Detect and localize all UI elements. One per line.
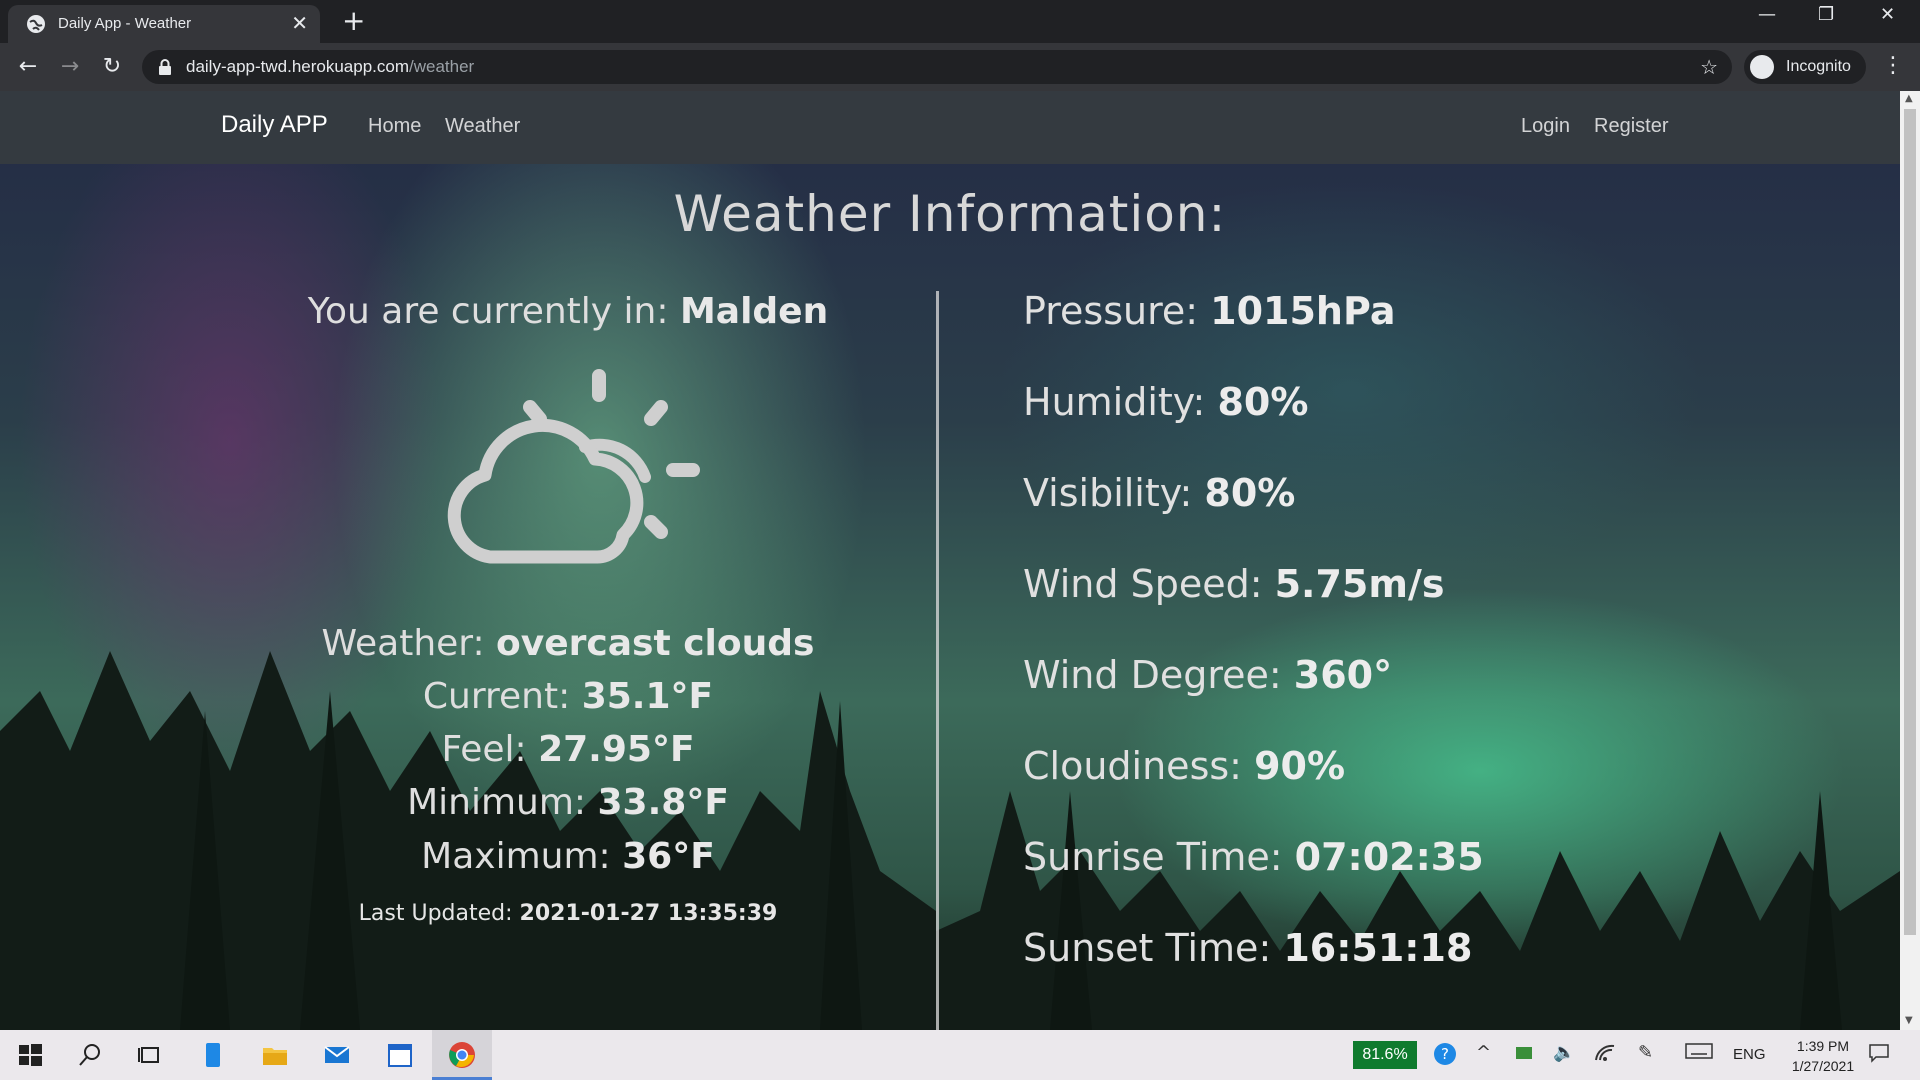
- nav-link-home[interactable]: Home: [368, 115, 421, 138]
- minimize-icon[interactable]: —: [1758, 4, 1776, 25]
- current-temp: Current: 35.1°F: [422, 676, 714, 717]
- restore-icon[interactable]: ❐: [1818, 4, 1834, 25]
- forward-arrow-icon[interactable]: →: [56, 53, 84, 81]
- sunset-stat: Sunset Time: 16:51:18: [1023, 926, 1473, 970]
- wind-degree-stat: Wind Degree: 360°: [1023, 653, 1393, 697]
- search-icon[interactable]: [75, 1040, 105, 1070]
- partly-cloudy-icon: [447, 369, 700, 564]
- battery-indicator[interactable]: 81.6%: [1353, 1041, 1417, 1069]
- bookmark-star-icon[interactable]: ☆: [1700, 55, 1718, 79]
- svg-text:?: ?: [1441, 1045, 1449, 1063]
- security-tray-icon[interactable]: [1514, 1042, 1534, 1067]
- url-text: daily-app-twd.herokuapp.com/weather: [186, 57, 475, 76]
- feels-like-temp: Feel: 27.95°F: [441, 729, 695, 770]
- new-tab-icon[interactable]: +: [342, 6, 365, 36]
- lock-icon: [159, 59, 171, 75]
- tab-strip: Daily App - Weather ✕ + — ❐ ✕: [0, 0, 1920, 43]
- location-line: You are currently in: Malden: [307, 291, 829, 332]
- system-clock[interactable]: 1:39 PM 1/27/2021: [1778, 1036, 1868, 1076]
- weather-description: Weather: overcast clouds: [321, 623, 815, 664]
- site-navbar: Daily APP Home Weather Login Register: [0, 91, 1900, 164]
- calendar-icon[interactable]: [385, 1040, 415, 1070]
- notes-app-icon[interactable]: [198, 1040, 228, 1070]
- tab-close-icon[interactable]: ✕: [291, 11, 308, 36]
- maximum-temp: Maximum: 36°F: [421, 836, 715, 877]
- chrome-icon: [449, 1042, 475, 1068]
- mail-icon[interactable]: [322, 1040, 352, 1070]
- last-updated: Last Updated: 2021-01-27 13:35:39: [358, 901, 778, 926]
- scroll-down-icon[interactable]: ▼: [1905, 1015, 1913, 1026]
- globe-icon: [27, 15, 45, 33]
- incognito-icon: [1750, 55, 1774, 79]
- windows-taskbar: 81.6% ? ^ 🔈 ✎ ENG 1:39 PM 1/27/2021: [0, 1030, 1920, 1080]
- visibility-stat: Visibility: 80%: [1023, 471, 1296, 515]
- page-scrollbar[interactable]: ▲ ▼: [1900, 91, 1920, 1030]
- wind-speed-stat: Wind Speed: 5.75m/s: [1023, 562, 1445, 606]
- incognito-badge[interactable]: Incognito: [1744, 50, 1866, 84]
- windows-start-icon[interactable]: [15, 1040, 45, 1070]
- task-view-icon[interactable]: [135, 1040, 165, 1070]
- browser-toolbar: ← → ↻ daily-app-twd.herokuapp.com/weathe…: [0, 43, 1920, 91]
- reload-icon[interactable]: ↻: [98, 53, 126, 81]
- volume-icon[interactable]: 🔈: [1553, 1042, 1575, 1063]
- minimum-temp: Minimum: 33.8°F: [407, 782, 729, 823]
- keyboard-icon[interactable]: [1685, 1042, 1713, 1065]
- page-viewport: Daily APP Home Weather Login Register We…: [0, 91, 1900, 1030]
- pressure-stat: Pressure: 1015hPa: [1023, 289, 1396, 333]
- window-close-icon[interactable]: ✕: [1880, 4, 1895, 25]
- address-bar[interactable]: daily-app-twd.herokuapp.com/weather ☆: [142, 50, 1732, 84]
- nav-link-register[interactable]: Register: [1594, 115, 1668, 138]
- nav-link-login[interactable]: Login: [1521, 115, 1570, 138]
- help-icon[interactable]: ?: [1433, 1042, 1457, 1071]
- tab-title: Daily App - Weather: [58, 15, 192, 32]
- page-title: Weather Information:: [673, 185, 1227, 243]
- sunrise-stat: Sunrise Time: 07:02:35: [1023, 835, 1484, 879]
- chevron-up-icon[interactable]: ^: [1476, 1042, 1491, 1063]
- back-arrow-icon[interactable]: ←: [14, 53, 42, 81]
- scrollbar-thumb[interactable]: [1904, 109, 1916, 935]
- language-indicator[interactable]: ENG: [1733, 1046, 1766, 1063]
- location-name: Malden: [679, 291, 829, 332]
- humidity-stat: Humidity: 80%: [1023, 380, 1309, 424]
- nav-link-weather[interactable]: Weather: [445, 115, 520, 138]
- scroll-up-icon[interactable]: ▲: [1905, 93, 1913, 104]
- menu-kebab-icon[interactable]: ⋮: [1882, 53, 1904, 78]
- file-explorer-icon[interactable]: [260, 1040, 290, 1070]
- brand-logo[interactable]: Daily APP: [221, 111, 328, 139]
- cloudiness-stat: Cloudiness: 90%: [1023, 744, 1346, 788]
- browser-tab[interactable]: Daily App - Weather ✕: [8, 5, 320, 43]
- pen-icon[interactable]: ✎: [1638, 1042, 1653, 1063]
- chrome-taskbar-button[interactable]: [432, 1030, 492, 1080]
- notifications-icon[interactable]: [1868, 1042, 1890, 1069]
- network-icon[interactable]: [1594, 1042, 1616, 1067]
